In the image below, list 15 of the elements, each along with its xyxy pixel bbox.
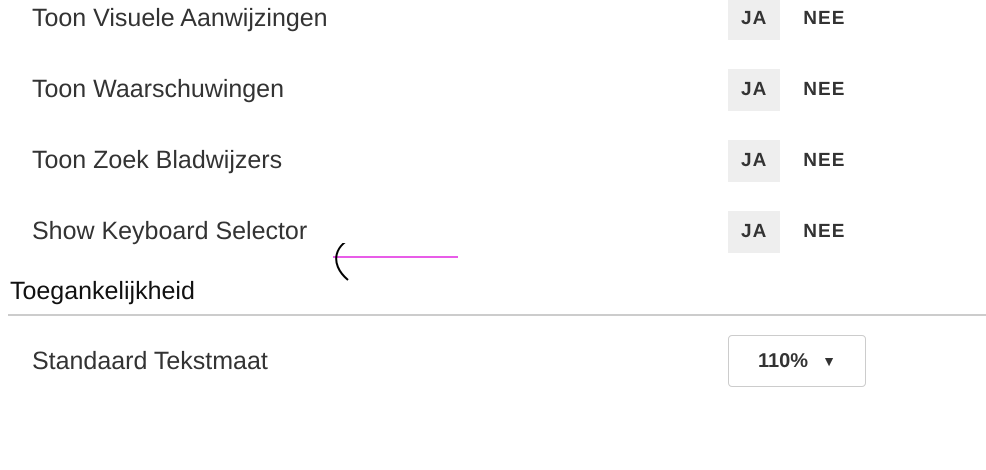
toggle-option[interactable]: NEE bbox=[790, 68, 858, 110]
setting-label: Show Keyboard Selector bbox=[32, 217, 308, 246]
toggle-option[interactable]: JA bbox=[728, 210, 780, 252]
toggle-option[interactable]: NEE bbox=[790, 210, 858, 252]
setting-label: Toon Zoek Bladwijzers bbox=[32, 146, 284, 175]
setting-label: Toon Waarschuwingen bbox=[32, 75, 285, 104]
toggle-option[interactable]: NEE bbox=[790, 140, 858, 182]
toggle-option[interactable]: JA bbox=[728, 68, 780, 110]
toggle-option[interactable]: NEE bbox=[790, 0, 858, 40]
setting-label: Standaard Tekstmaat bbox=[32, 346, 269, 376]
section-heading: Toegankelijkheid bbox=[8, 277, 986, 316]
size-dropdown[interactable]: 110% ▼ bbox=[728, 335, 866, 387]
toggle-option[interactable]: JA bbox=[728, 0, 780, 40]
toggle-option[interactable]: JA bbox=[728, 140, 780, 182]
setting-label: Toon Visuele Aanwijzingen bbox=[32, 4, 329, 33]
